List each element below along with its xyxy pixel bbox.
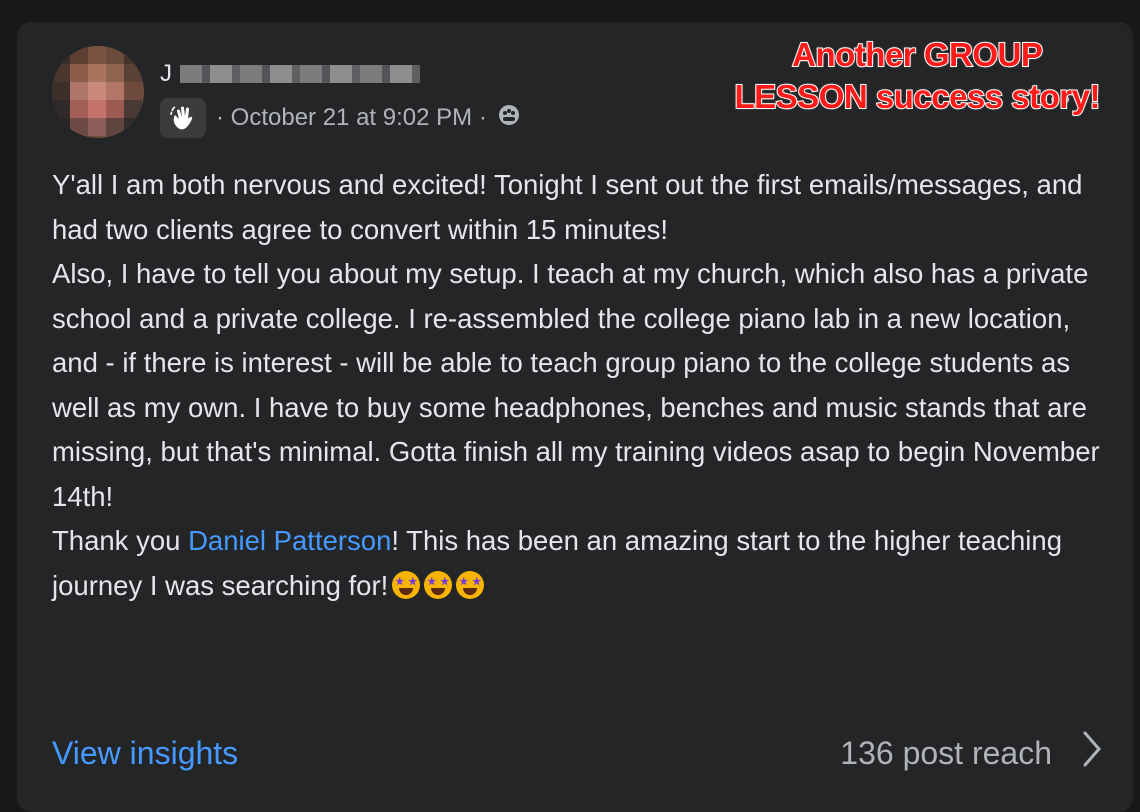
author-initial: J	[160, 60, 172, 87]
author-name[interactable]: J	[160, 60, 420, 88]
separator-dot: ·	[478, 104, 487, 131]
post-paragraph: Thank you Daniel Patterson! This has bee…	[52, 519, 1112, 608]
post-footer: View insights 136 post reach	[52, 728, 1102, 778]
star-struck-emoji-icon	[424, 570, 453, 599]
post-timestamp[interactable]: October 21 at 9:02 PM	[231, 104, 472, 132]
post-reach-label: 136 post reach	[840, 734, 1052, 771]
view-insights-link[interactable]: View insights	[52, 735, 238, 772]
mention-link[interactable]: Daniel Patterson	[188, 525, 391, 556]
overlay-line-1: Another GROUP	[791, 35, 1044, 74]
caption-overlay: Another GROUP LESSON success story!	[734, 34, 1102, 118]
waving-hand-icon[interactable]	[160, 98, 206, 138]
post-meta: · October 21 at 9:02 PM ·	[160, 98, 521, 138]
star-struck-emoji-icon	[392, 570, 421, 599]
group-audience-icon	[497, 103, 521, 134]
post-reach-button[interactable]: 136 post reach	[840, 731, 1102, 775]
avatar[interactable]	[52, 46, 144, 138]
post-paragraph: Also, I have to tell you about my setup.…	[52, 258, 1100, 512]
redacted-name	[180, 65, 420, 83]
star-struck-emoji-icon	[456, 570, 485, 599]
separator-dot: ·	[216, 104, 224, 131]
overlay-line-2: LESSON success story!	[734, 77, 1102, 116]
post-paragraph: Y'all I am both nervous and excited! Ton…	[52, 169, 1083, 245]
chevron-right-icon	[1082, 731, 1102, 775]
thanks-prefix: Thank you	[52, 525, 189, 556]
post-body: Y'all I am both nervous and excited! Ton…	[52, 163, 1112, 608]
